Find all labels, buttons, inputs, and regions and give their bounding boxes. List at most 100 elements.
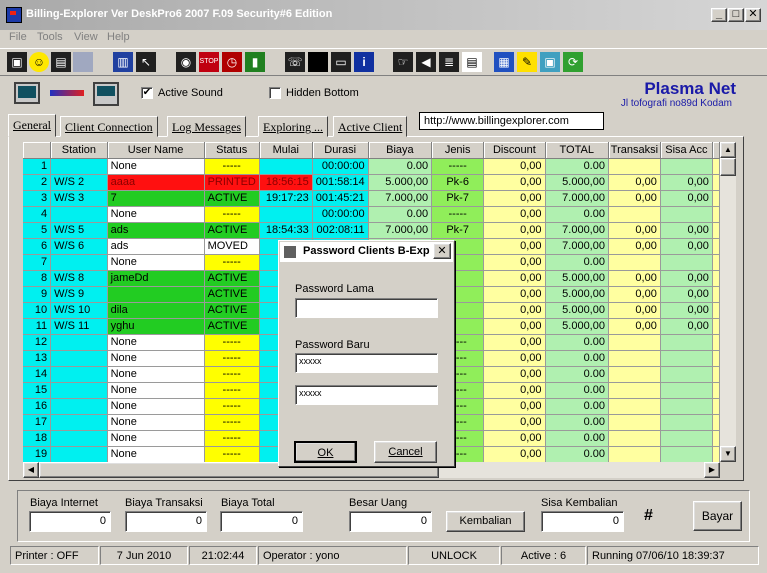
refresh-icon[interactable]: ⟳ (563, 52, 583, 72)
table-cell[interactable] (50, 398, 108, 415)
table-cell[interactable]: 0.00 (545, 446, 609, 462)
table-cell[interactable]: ----- (204, 430, 260, 447)
table-cell[interactable]: 0.00 (545, 334, 609, 351)
table-cell[interactable]: 18:54:33 (259, 222, 313, 239)
table-cell[interactable]: 0,00 (608, 286, 661, 303)
table-cell[interactable]: ACTIVE (204, 190, 260, 207)
terminal-icon[interactable]: ▣ (7, 52, 27, 72)
maximize-button[interactable]: □ (728, 8, 744, 22)
table-cell[interactable] (712, 174, 720, 191)
table-cell[interactable]: 17 (23, 414, 52, 431)
table-cell[interactable] (660, 366, 713, 383)
menu-file[interactable]: File (9, 31, 27, 43)
notepad-icon[interactable]: ▤ (462, 52, 482, 72)
table-cell[interactable] (712, 366, 720, 383)
table-cell[interactable] (712, 318, 720, 335)
column-header[interactable]: Jenis (431, 142, 485, 159)
menu-help[interactable]: Help (107, 31, 130, 43)
table-cell[interactable]: W/S 9 (50, 286, 108, 303)
table-cell[interactable]: 4 (23, 206, 52, 223)
battery-icon[interactable]: ▮ (245, 52, 265, 72)
table-cell[interactable]: 0,00 (483, 414, 546, 431)
table-cell[interactable]: None (107, 398, 205, 415)
table-cell[interactable] (712, 270, 720, 287)
table-cell[interactable]: 00:00:00 (312, 158, 369, 175)
table-cell[interactable]: ----- (204, 366, 260, 383)
column-header[interactable]: TOTAL (545, 142, 609, 159)
table-cell[interactable] (660, 430, 713, 447)
table-cell[interactable]: ----- (204, 206, 260, 223)
table-cell[interactable]: None (107, 366, 205, 383)
table-cell[interactable] (712, 382, 720, 399)
tab-exploring[interactable]: Exploring ... (258, 116, 328, 137)
table-cell[interactable]: 0,00 (483, 446, 546, 462)
tab-client-connection[interactable]: Client Connection (60, 116, 158, 137)
table-cell[interactable]: ----- (431, 206, 485, 223)
table-cell[interactable]: aaaa (107, 174, 205, 191)
biaya-transaksi-field[interactable]: 0 (125, 511, 207, 532)
table-cell[interactable]: 14 (23, 366, 52, 383)
table-row[interactable]: 5 W/S 5 ads ACTIVE 18:54:33 002:08:11 7.000,00… (23, 222, 720, 239)
table-cell[interactable]: 5.000,00 (368, 174, 433, 191)
table-cell[interactable]: 0,00 (660, 302, 713, 319)
table-cell[interactable]: 0,00 (483, 398, 546, 415)
table-cell[interactable]: 6 (23, 238, 52, 255)
table-cell[interactable] (712, 238, 720, 255)
bayar-button[interactable]: Bayar (693, 501, 742, 531)
table-cell[interactable]: 0.00 (368, 206, 433, 223)
speaker-icon[interactable]: ◀ (416, 52, 436, 72)
table-cell[interactable]: 5.000,00 (545, 270, 609, 287)
table-cell[interactable]: 5.000,00 (545, 302, 609, 319)
table-cell[interactable] (608, 366, 661, 383)
table-cell[interactable]: 0,00 (660, 318, 713, 335)
clock-icon[interactable]: ◷ (222, 52, 242, 72)
scroll-thumb[interactable] (720, 158, 736, 176)
column-header[interactable]: Biaya (368, 142, 433, 159)
column-header[interactable]: Transaksi (608, 142, 661, 159)
table-cell[interactable]: 0.00 (545, 366, 609, 383)
table-cell[interactable]: ----- (204, 398, 260, 415)
table-cell[interactable] (712, 254, 720, 271)
besar-uang-field[interactable]: 0 (349, 511, 432, 532)
table-cell[interactable]: 9 (23, 286, 52, 303)
new-password-field[interactable]: xxxxx (295, 353, 438, 373)
table-cell[interactable]: 0,00 (608, 270, 661, 287)
table-cell[interactable]: dila (107, 302, 205, 319)
table-cell[interactable] (712, 286, 720, 303)
scroll-left-button[interactable]: ◀ (23, 462, 39, 478)
table-cell[interactable]: 19 (23, 446, 52, 462)
table-cell[interactable]: 1 (23, 158, 52, 175)
table-cell[interactable]: ----- (204, 334, 260, 351)
table-cell[interactable]: ----- (204, 446, 260, 462)
table-cell[interactable]: 0,00 (483, 270, 546, 287)
table-cell[interactable] (608, 254, 661, 271)
table-cell[interactable]: None (107, 430, 205, 447)
column-header[interactable] (712, 142, 720, 159)
table-cell[interactable] (50, 414, 108, 431)
table-cell[interactable]: 0.00 (545, 430, 609, 447)
table-cell[interactable]: 0,00 (608, 222, 661, 239)
tab-log-messages[interactable]: Log Messages (167, 116, 246, 137)
table-cell[interactable]: ACTIVE (204, 302, 260, 319)
table-cell[interactable] (608, 382, 661, 399)
table-row[interactable]: 1 None ----- 00:00:00 0.00 ----- 0,00 0.00 (23, 158, 720, 175)
table-cell[interactable]: 002:08:11 (312, 222, 369, 239)
biaya-internet-field[interactable]: 0 (29, 511, 111, 532)
old-password-field[interactable] (295, 298, 438, 318)
table-cell[interactable]: W/S 5 (50, 222, 108, 239)
table-row[interactable]: 3 W/S 3 7 ACTIVE 19:17:23 001:45:21 7.000,00 Pk… (23, 190, 720, 207)
table-cell[interactable] (50, 334, 108, 351)
close-button[interactable]: ✕ (745, 8, 761, 22)
table-cell[interactable]: 00:00:00 (312, 206, 369, 223)
table-cell[interactable]: W/S 6 (50, 238, 108, 255)
table-cell[interactable]: 10 (23, 302, 52, 319)
table-cell[interactable]: 0,00 (483, 334, 546, 351)
table-cell[interactable] (660, 254, 713, 271)
table-cell[interactable]: ----- (431, 158, 485, 175)
table-cell[interactable] (712, 350, 720, 367)
table-cell[interactable]: MOVED (204, 238, 260, 255)
table-cell[interactable]: 7.000,00 (368, 222, 433, 239)
table-cell[interactable] (608, 430, 661, 447)
table-cell[interactable]: W/S 11 (50, 318, 108, 335)
table-cell[interactable]: 0,00 (660, 174, 713, 191)
